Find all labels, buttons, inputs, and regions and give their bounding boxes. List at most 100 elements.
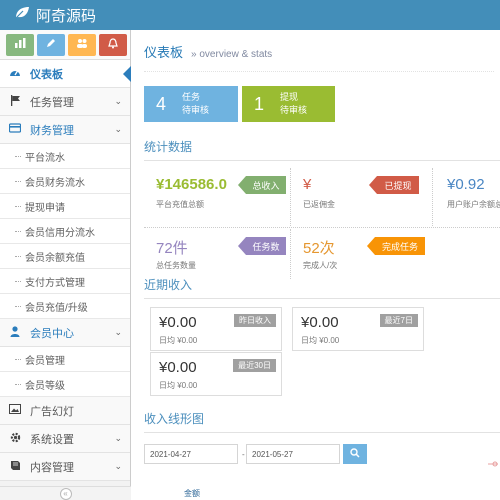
stat-caption: 已返佣金 (303, 200, 335, 209)
sidebar-item-finance[interactable]: 财务管理 ⌄ (0, 116, 130, 144)
recent-income-section-title: 近期收入 (144, 276, 500, 299)
chevron-down-icon: ⌄ (114, 461, 122, 471)
stat-user-balance: ¥0.92 用户账户余额总 (433, 168, 500, 226)
sidebar-item-dashboard[interactable]: 仪表板 (0, 60, 131, 88)
users-shortcut-button[interactable] (68, 33, 96, 56)
stats-section-title: 统计数据 (144, 138, 500, 161)
pencil-icon (46, 38, 56, 51)
page-subtitle-text: overview & stats (199, 49, 273, 60)
sidebar-subitem-balance-recharge[interactable]: 会员余额充值 (0, 244, 130, 269)
recent-tag: 最近30日 (233, 359, 276, 372)
stat-value: ¥146586.0 (156, 176, 227, 193)
chart-icon (14, 38, 26, 51)
infobox-line1: 任务 (182, 92, 201, 102)
infobox-text: 提现 待审核 (280, 91, 307, 117)
chevron-down-icon: ⌄ (114, 327, 122, 337)
recent-value: ¥0.00 (301, 314, 339, 331)
search-button[interactable] (343, 444, 367, 464)
recent-daily-average: 日均 ¥0.00 (159, 381, 198, 390)
stat-value: ¥0.92 (447, 176, 485, 193)
dashboard-icon (8, 67, 22, 80)
stat-caption: 总任务数量 (156, 261, 196, 270)
pending-tasks-infobox[interactable]: 4 任务 待审核 (144, 86, 238, 122)
bell-icon (108, 37, 118, 52)
stat-value: ¥ (303, 176, 312, 193)
stat-value: 72件 (156, 240, 188, 257)
picture-icon (8, 404, 22, 417)
gear-icon (8, 432, 22, 446)
sidebar-item-label: 会员中心 (30, 327, 74, 340)
date-to-input[interactable]: 2021-05-27 (246, 444, 340, 464)
sidebar-subitem-credit-flow[interactable]: 会员信用分流水 (0, 219, 130, 244)
users-icon (76, 38, 88, 51)
stat-badge: 总收入 (238, 176, 286, 194)
sidebar-subitem-payment-methods[interactable]: 支付方式管理 (0, 269, 130, 294)
chevron-down-icon: ⌄ (114, 124, 122, 134)
infobox-line1: 提现 (280, 92, 299, 102)
brand-title[interactable]: 阿奇源码 (36, 5, 96, 26)
infobox-number: 4 (156, 93, 167, 114)
chevron-down-icon: ⌄ (114, 433, 122, 443)
sidebar-item-label: 广告幻灯 (30, 405, 74, 418)
stat-caption: 完成人/次 (303, 261, 338, 270)
sidebar-item-ad-slides[interactable]: 广告幻灯 (0, 397, 130, 425)
sidebar-item-label: 任务管理 (30, 96, 74, 109)
sidebar-item-label: 仪表板 (30, 68, 63, 81)
sidebar-subitem-member-upgrade[interactable]: 会员充值/升级 (0, 294, 130, 319)
infobox-number: 1 (254, 93, 265, 114)
navbar: 阿奇源码 (0, 0, 500, 30)
stat-caption: 平台充值总额 (156, 200, 204, 209)
sidebar-item-label: 财务管理 (30, 124, 74, 137)
infobox-line2: 待审核 (182, 105, 210, 115)
infobox-line2: 待审核 (280, 105, 308, 115)
stat-badge: 已提现 (369, 176, 419, 194)
chart-legend-label: 金额 (184, 489, 200, 498)
book-icon (8, 460, 22, 474)
sidebar-subitem-withdraw-request[interactable]: 提现申请 (0, 194, 130, 219)
sidebar-subitem-member-management[interactable]: 会员管理 (0, 347, 130, 372)
recent-income-7days: ¥0.00 日均 ¥0.00 最近7日 (292, 307, 424, 351)
stat-badge: 完成任务 (367, 237, 425, 255)
active-indicator (123, 66, 131, 82)
sidebar-shortcuts (0, 30, 130, 60)
recent-daily-average: 日均 ¥0.00 (159, 336, 198, 345)
sidebar-item-system-settings[interactable]: 系统设置 ⌄ (0, 425, 130, 453)
search-icon (350, 447, 360, 461)
recent-value: ¥0.00 (159, 359, 197, 376)
stat-returned-commission: ¥ 已返佣金 已提现 (291, 168, 431, 226)
sidebar-subitem-member-finance-flow[interactable]: 会员财务流水 (0, 169, 130, 194)
chart-marker-icon (488, 458, 498, 468)
pending-withdraw-infobox[interactable]: 1 提现 待审核 (242, 86, 335, 122)
main-content: 仪表板 » overview & stats 4 任务 待审核 1 提现 待审核… (132, 30, 500, 500)
sidebar-item-task-management[interactable]: 任务管理 ⌄ (0, 88, 130, 116)
sidebar-collapse-toggle[interactable]: « (0, 486, 131, 500)
sidebar-item-label: 系统设置 (30, 433, 74, 446)
date-range-separator: - (242, 450, 245, 459)
double-chevron-left-icon: « (59, 487, 72, 500)
stat-value: 52次 (303, 240, 335, 257)
credit-card-icon (8, 123, 22, 136)
infobox-text: 任务 待审核 (182, 91, 209, 117)
sidebar-subitem-platform-flow[interactable]: 平台流水 (0, 144, 130, 169)
stat-caption: 用户账户余额总 (447, 200, 500, 209)
recent-income-yesterday: ¥0.00 日均 ¥0.00 昨日收入 (150, 307, 282, 351)
chevron-down-icon: ⌄ (114, 96, 122, 106)
pencil-shortcut-button[interactable] (37, 33, 65, 56)
chart-shortcut-button[interactable] (6, 33, 34, 56)
recent-income-30days: ¥0.00 日均 ¥0.00 最近30日 (150, 352, 282, 396)
sidebar-item-member-center[interactable]: 会员中心 ⌄ (0, 319, 130, 347)
stat-row-divider (144, 227, 500, 228)
stat-badge: 任务数 (238, 237, 286, 255)
sidebar-subitem-member-level[interactable]: 会员等级 (0, 372, 130, 397)
user-icon (8, 325, 22, 340)
recent-tag: 昨日收入 (234, 314, 276, 327)
page-subtitle: » overview & stats (191, 49, 273, 60)
recent-daily-average: 日均 ¥0.00 (301, 336, 340, 345)
date-from-input[interactable]: 2021-04-27 (144, 444, 238, 464)
flag-icon (8, 94, 22, 109)
sidebar-item-content-management[interactable]: 内容管理 ⌄ (0, 453, 130, 481)
stat-total-recharge: ¥146586.0 平台充值总额 总收入 (144, 168, 289, 226)
page-title: 仪表板 (144, 45, 184, 60)
sidebar: 仪表板 任务管理 ⌄ 财务管理 ⌄ 平台流水 会员财务流水 提现申请 会员信用分… (0, 30, 131, 500)
bell-shortcut-button[interactable] (99, 33, 127, 56)
